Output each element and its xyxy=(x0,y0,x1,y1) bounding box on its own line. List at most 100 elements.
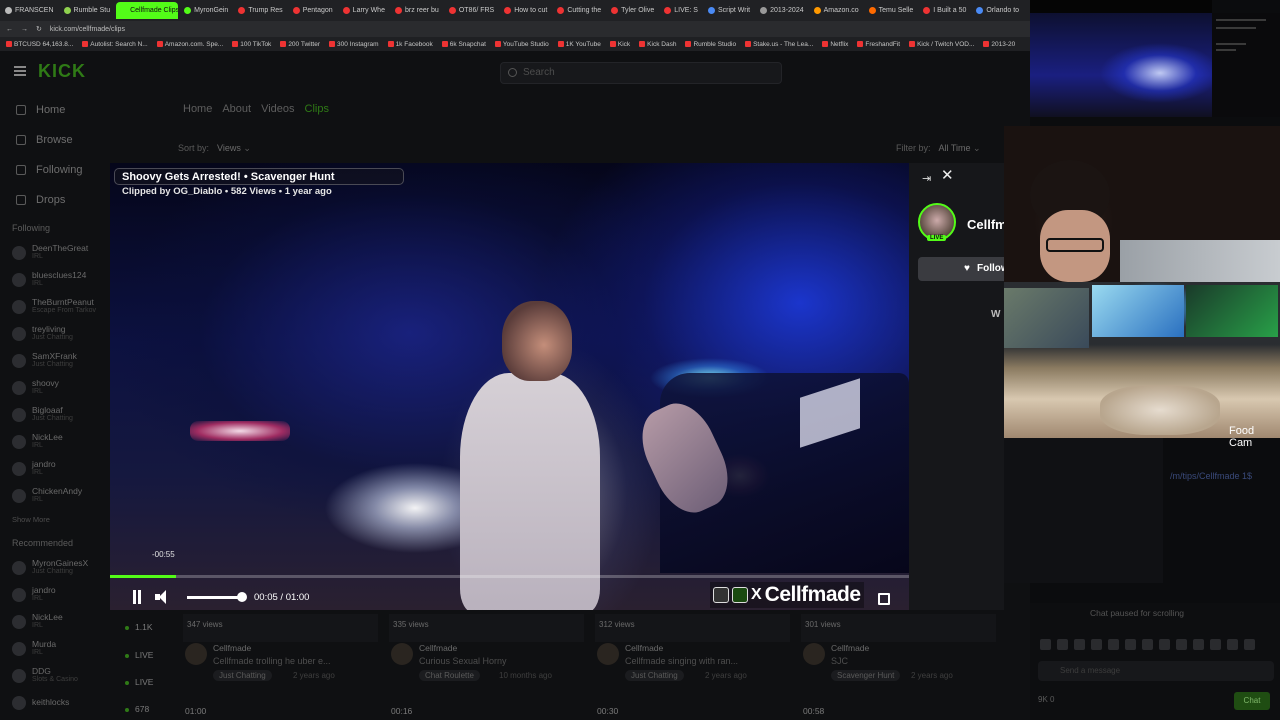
clip-channel-name[interactable]: Cellfmade xyxy=(419,643,457,653)
bookmark-item[interactable]: 6k Snapchat xyxy=(441,41,486,48)
menu-icon[interactable] xyxy=(14,66,26,76)
clip-category-tag[interactable]: Just Chatting xyxy=(625,670,684,681)
browser-tab[interactable]: Cutting the xyxy=(553,2,605,19)
sort-value[interactable]: Views xyxy=(217,143,241,153)
browser-tab[interactable]: brz reer bu xyxy=(391,2,443,19)
clip-channel-name[interactable]: Cellfmade xyxy=(625,643,663,653)
browser-tab[interactable]: LIVE: S xyxy=(660,2,702,19)
sidebar-item-home[interactable]: Home xyxy=(0,95,110,125)
clip-title[interactable]: SJC xyxy=(831,656,971,666)
url-text[interactable]: kick.com/cellfmade/clips xyxy=(50,26,125,33)
sidebar-channel[interactable]: treyliving Just Chatting xyxy=(0,320,110,347)
browser-tab[interactable]: MyronGein xyxy=(180,2,232,19)
bookmark-item[interactable]: 1K YouTube xyxy=(557,41,601,48)
progress-bar[interactable] xyxy=(110,575,909,578)
clip-card[interactable]: 347 views Cellfmade Cellfmade trolling he … xyxy=(183,614,378,716)
browser-tab[interactable]: Script Writ xyxy=(704,2,754,19)
sidebar-channel[interactable]: DDG Slots & Casino xyxy=(0,662,110,689)
sidebar-channel[interactable]: ChickenAndy IRL xyxy=(0,482,110,509)
forward-icon[interactable]: → xyxy=(21,26,28,33)
clip-channel-name[interactable]: Cellfmade xyxy=(831,643,869,653)
browser-tab[interactable]: Temu Selle xyxy=(865,2,918,19)
tab-clips[interactable]: Clips xyxy=(305,103,329,115)
address-bar[interactable]: ← → ↻ kick.com/cellfmade/clips xyxy=(0,21,1030,37)
sidebar-channel[interactable]: bluesclues124 IRL xyxy=(0,266,110,293)
browser-tab[interactable]: Amazon.co xyxy=(810,2,863,19)
bookmark-item[interactable]: 1k Facebook xyxy=(387,41,433,48)
bookmark-item[interactable]: Kick Dash xyxy=(639,41,676,48)
kick-logo[interactable]: KICK xyxy=(38,61,86,82)
chat-paused-notice[interactable]: Chat paused for scrolling xyxy=(1090,608,1184,618)
volume-slider[interactable] xyxy=(187,596,242,599)
tab-videos[interactable]: Videos xyxy=(261,103,294,115)
bookmark-item[interactable]: Kick / Twitch VOD... xyxy=(909,41,974,48)
show-more-link[interactable]: Show More xyxy=(0,509,110,530)
sidebar-channel[interactable]: jandro IRL xyxy=(0,581,110,608)
tab-about[interactable]: About xyxy=(222,103,251,115)
sidebar-channel[interactable]: Bigloaaf Just Chatting xyxy=(0,401,110,428)
sort-control[interactable]: Sort by: Views ⌄ xyxy=(178,143,251,154)
bookmark-item[interactable]: Stake.us - The Lea... xyxy=(745,41,813,48)
bookmark-item[interactable]: Amazon.com. Spe... xyxy=(156,41,223,48)
filter-control[interactable]: Filter by: All Time ⌄ xyxy=(896,143,981,154)
bookmark-item[interactable]: Kick xyxy=(609,41,630,48)
chat-send-button[interactable]: Chat xyxy=(1234,692,1270,710)
bookmark-item[interactable]: YouTube Studio xyxy=(494,41,549,48)
browser-tab[interactable]: FRANSCEN xyxy=(1,2,58,19)
clip-title[interactable]: Cellfmade trolling he uber e... xyxy=(213,656,353,666)
clip-category-tag[interactable]: Chat Roulette xyxy=(419,670,480,681)
sidebar-channel[interactable]: NickLee IRL xyxy=(0,428,110,455)
clip-card[interactable]: 312 views Cellfmade Cellfmade singing with… xyxy=(595,614,790,716)
clip-title[interactable]: Curious Sexual Horny xyxy=(419,656,559,666)
sidebar-channel[interactable]: NickLee IRL xyxy=(0,608,110,635)
sidebar-channel[interactable]: shoovy IRL xyxy=(0,374,110,401)
bookmark-item[interactable]: BTCUSD 64,163.8... xyxy=(6,41,73,48)
channel-name[interactable]: Cellfmade xyxy=(967,217,1004,232)
bookmark-item[interactable]: 2013-20 xyxy=(983,41,1015,48)
clip-channel-avatar[interactable] xyxy=(597,643,619,665)
fullscreen-icon[interactable] xyxy=(878,593,890,605)
browser-tab[interactable]: Tyler Olive xyxy=(607,2,658,19)
browser-tab[interactable]: How to cut xyxy=(500,2,551,19)
chat-message-input[interactable]: Send a message xyxy=(1038,661,1274,681)
browser-tab[interactable]: Cellfmade Clips xyxy=(116,2,179,19)
clip-category-tag[interactable]: Just Chatting xyxy=(213,670,272,681)
browser-tab[interactable]: Pentagon xyxy=(289,2,337,19)
browser-tab[interactable]: Larry Whe xyxy=(339,2,389,19)
sidebar-item-following[interactable]: Following xyxy=(0,155,110,185)
sidebar-channel[interactable]: keithlocks xyxy=(0,689,110,716)
sidebar-channel[interactable]: TheBurntPeanut Escape From Tarkov xyxy=(0,293,110,320)
clip-channel-name[interactable]: Cellfmade xyxy=(213,643,251,653)
tab-home[interactable]: Home xyxy=(183,103,212,115)
clip-channel-avatar[interactable] xyxy=(185,643,207,665)
search-input[interactable]: Search xyxy=(500,62,782,84)
bookmark-item[interactable]: 300 Instagram xyxy=(329,41,379,48)
follow-button[interactable]: ♥ Follow xyxy=(918,257,1004,281)
bookmark-item[interactable]: FreshandFit xyxy=(857,41,900,48)
sidebar-channel[interactable]: SamXFrank Just Chatting xyxy=(0,347,110,374)
sidebar-channel[interactable]: Murda IRL xyxy=(0,635,110,662)
sidebar-item-drops[interactable]: Drops xyxy=(0,185,110,215)
bookmark-item[interactable]: Rumble Studio xyxy=(685,41,736,48)
collapse-icon[interactable]: ⇥ xyxy=(922,172,931,185)
clip-channel-avatar[interactable] xyxy=(803,643,825,665)
close-icon[interactable]: ✕ xyxy=(941,166,954,184)
reload-icon[interactable]: ↻ xyxy=(36,25,42,33)
sidebar-channel[interactable]: jandro IRL xyxy=(0,455,110,482)
clip-card[interactable]: 335 views Cellfmade Curious Sexual Horny Ch… xyxy=(389,614,584,716)
bookmark-item[interactable]: Netflix xyxy=(822,41,848,48)
bookmark-item[interactable]: 200 Twitter xyxy=(280,41,320,48)
sidebar-item-browse[interactable]: Browse xyxy=(0,125,110,155)
browser-tab[interactable]: OT86/ FRS xyxy=(445,2,498,19)
bookmark-item[interactable]: Autolist: Search N... xyxy=(82,41,148,48)
clip-title[interactable]: Cellfmade singing with ran... xyxy=(625,656,765,666)
clip-category-tag[interactable]: Scavenger Hunt xyxy=(831,670,901,681)
browser-tab[interactable]: Orlando to xyxy=(972,2,1023,19)
volume-knob[interactable] xyxy=(236,592,247,602)
sidebar-channel[interactable]: MyronGainesX Just Chatting xyxy=(0,554,110,581)
browser-tab[interactable]: I Built a 50 xyxy=(919,2,970,19)
browser-tab[interactable]: Trump Res xyxy=(234,2,286,19)
clip-channel-avatar[interactable] xyxy=(391,643,413,665)
clip-player[interactable]: Shoovy Gets Arrested! • Scavenger Hunt C… xyxy=(110,163,909,610)
browser-tab[interactable]: 2013-2024 xyxy=(756,2,807,19)
